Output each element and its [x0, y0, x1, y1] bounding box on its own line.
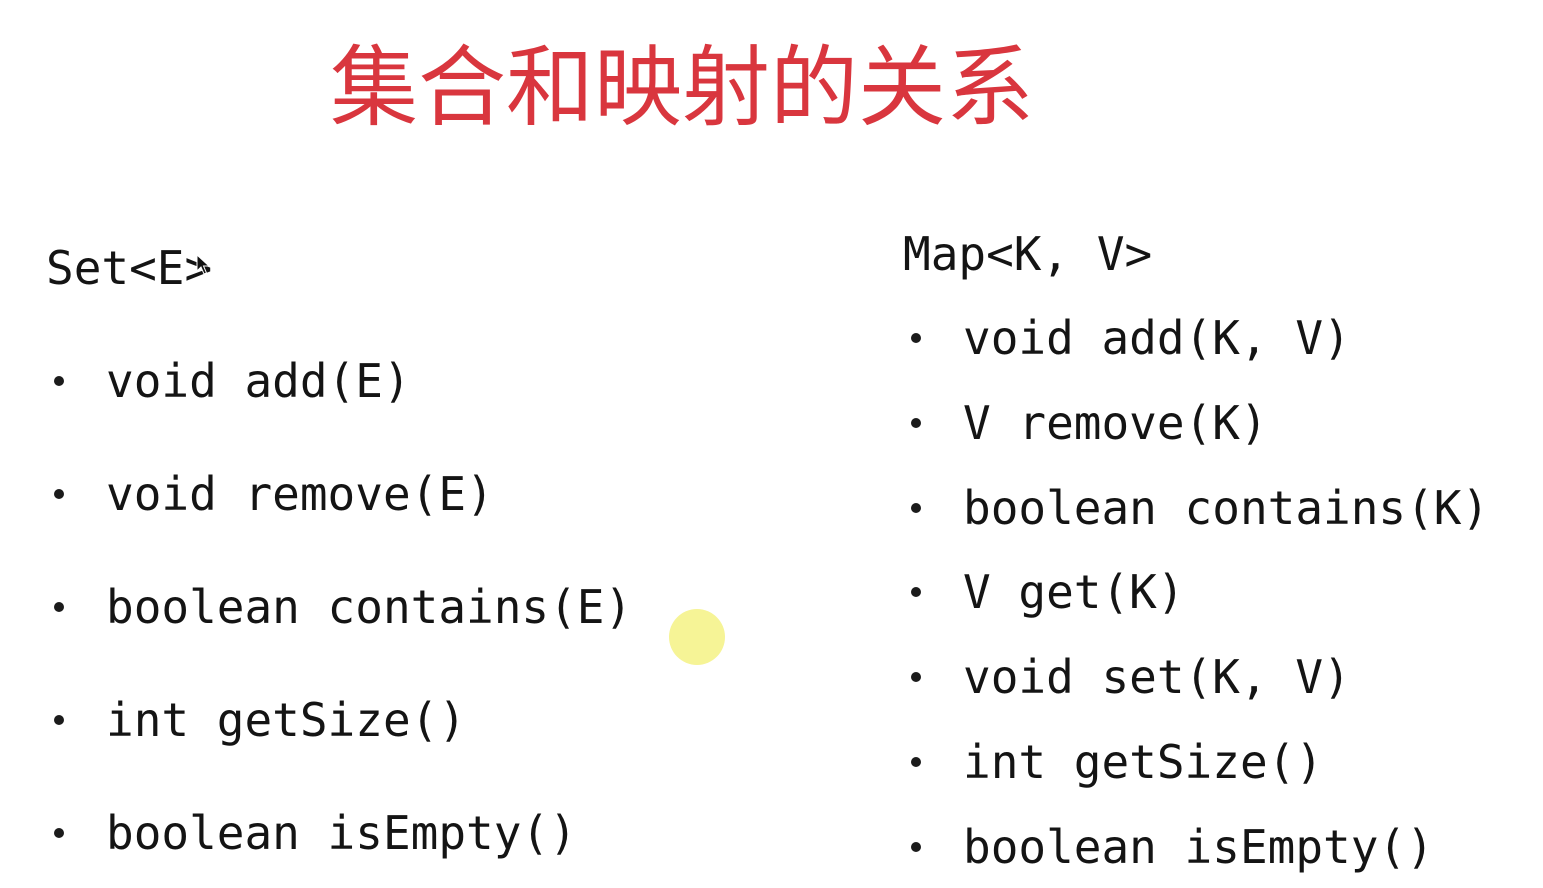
list-item: boolean contains(E): [46, 579, 632, 635]
method-signature: V remove(K): [963, 396, 1268, 450]
bullet-icon: [911, 503, 921, 513]
list-item: V get(K): [903, 564, 1185, 620]
bullet-icon: [54, 489, 64, 499]
list-item: boolean isEmpty(): [903, 819, 1434, 875]
bullet-icon: [54, 828, 64, 838]
bullet-icon: [54, 715, 64, 725]
list-item: boolean contains(K): [903, 480, 1489, 536]
mouse-pointer-icon: [196, 254, 210, 275]
list-item: boolean isEmpty(): [46, 805, 577, 861]
method-signature: boolean contains(K): [963, 481, 1490, 535]
method-signature: void remove(E): [106, 467, 494, 521]
method-signature: void set(K, V): [963, 650, 1351, 704]
bullet-icon: [54, 376, 64, 386]
bullet-icon: [911, 418, 921, 428]
method-signature: void add(E): [106, 354, 411, 408]
method-signature: V get(K): [963, 565, 1185, 619]
bullet-icon: [54, 602, 64, 612]
set-heading: Set<E>: [46, 241, 213, 295]
bullet-icon: [911, 757, 921, 767]
method-signature: boolean contains(E): [106, 580, 633, 634]
list-item: void add(K, V): [903, 310, 1351, 366]
map-heading: Map<K, V>: [903, 227, 1153, 281]
list-item: int getSize(): [46, 692, 466, 748]
list-item: V remove(K): [903, 395, 1268, 451]
list-item: void add(E): [46, 353, 411, 409]
method-signature: boolean isEmpty(): [106, 806, 577, 860]
slide-title: 集合和映射的关系: [330, 36, 1035, 139]
list-item: int getSize(): [903, 734, 1323, 790]
bullet-icon: [911, 672, 921, 682]
bullet-icon: [911, 842, 921, 852]
method-signature: boolean isEmpty(): [963, 820, 1434, 874]
list-item: void remove(E): [46, 466, 494, 522]
method-signature: int getSize(): [106, 693, 467, 747]
bullet-icon: [911, 333, 921, 343]
list-item: void set(K, V): [903, 649, 1351, 705]
method-signature: void add(K, V): [963, 311, 1351, 365]
method-signature: int getSize(): [963, 735, 1324, 789]
cursor-highlight-icon: [669, 609, 725, 665]
bullet-icon: [911, 587, 921, 597]
